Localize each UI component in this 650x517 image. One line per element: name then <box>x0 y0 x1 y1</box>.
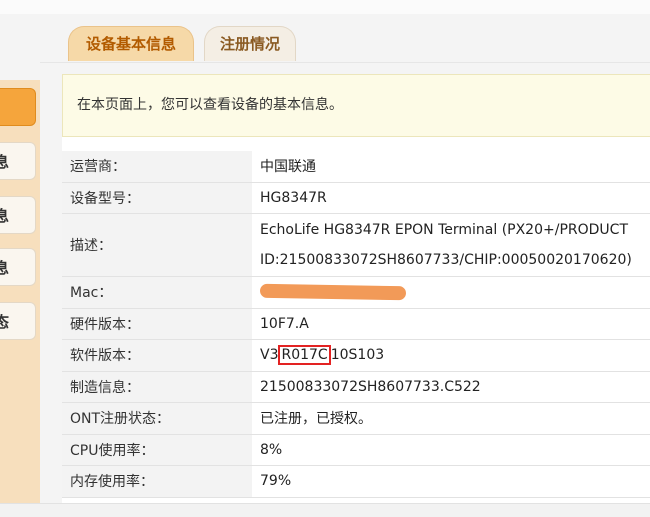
top-strip <box>0 0 650 14</box>
row-label: CPU使用率： <box>62 434 252 466</box>
row-label: 软件版本： <box>62 339 252 372</box>
device-info-table: 运营商： 中国联通 设备型号： HG8347R 描述： EchoLife HG8… <box>62 151 650 498</box>
row-value: 21500833072SH8607733.C522 <box>252 371 650 403</box>
software-version-suffix: 10S103 <box>330 347 385 364</box>
row-label: 内存使用率： <box>62 465 252 498</box>
sidebar-item-2[interactable]: 息 <box>0 196 36 234</box>
table-row: 硬件版本： 10F7.A <box>62 308 650 340</box>
software-version-prefix: V3 <box>260 347 279 364</box>
sidebar-item-3[interactable]: 息 <box>0 248 36 286</box>
sidebar: 息 息 息 态 <box>0 80 40 516</box>
table-row: ONT注册状态： 已注册，已授权。 <box>62 402 650 435</box>
row-value: HG8347R <box>252 182 650 214</box>
sidebar-item-label: 息 <box>0 153 10 171</box>
row-label: 运营商： <box>62 151 252 183</box>
row-label: 硬件版本： <box>62 308 252 340</box>
main-content: 在本页面上，您可以查看设备的基本信息。 运营商： 中国联通 设备型号： HG83… <box>62 74 650 516</box>
table-row: Mac： <box>62 276 650 309</box>
row-value: 10F7.A <box>252 308 650 340</box>
software-version-highlight: R017C <box>278 345 331 366</box>
bottom-border <box>0 503 650 517</box>
row-value: 79% <box>252 465 650 498</box>
table-row: 制造信息： 21500833072SH8607733.C522 <box>62 371 650 403</box>
row-value <box>252 276 650 309</box>
tab-bar: 设备基本信息 注册情况 <box>40 18 650 63</box>
table-row: 运营商： 中国联通 <box>62 151 650 183</box>
row-label: 描述： <box>62 213 252 277</box>
page-notice: 在本页面上，您可以查看设备的基本信息。 <box>62 74 650 137</box>
row-label: 制造信息： <box>62 371 252 403</box>
sidebar-item-label: 息 <box>0 207 10 225</box>
table-row: 软件版本： V3 R017C 10S103 <box>62 339 650 372</box>
row-value: V3 R017C 10S103 <box>252 339 650 372</box>
sidebar-item-1[interactable]: 息 <box>0 142 36 180</box>
table-row: 描述： EchoLife HG8347R EPON Terminal (PX20… <box>62 213 650 277</box>
row-value: EchoLife HG8347R EPON Terminal (PX20+/PR… <box>252 213 650 277</box>
row-label: Mac： <box>62 276 252 309</box>
description-line-1: EchoLife HG8347R EPON Terminal (PX20+/PR… <box>260 222 628 238</box>
row-label: ONT注册状态： <box>62 402 252 435</box>
row-label: 设备型号： <box>62 182 252 214</box>
row-value: 中国联通 <box>252 151 650 183</box>
table-row: CPU使用率： 8% <box>62 434 650 466</box>
sidebar-item-4[interactable]: 态 <box>0 302 36 340</box>
description-line-2: ID:21500833072SH8607733/CHIP:00050020170… <box>260 252 632 268</box>
sidebar-item-label: 态 <box>0 313 10 331</box>
row-value: 已注册，已授权。 <box>252 402 650 435</box>
table-row: 设备型号： HG8347R <box>62 182 650 214</box>
tab-device-basic-info[interactable]: 设备基本信息 <box>68 26 194 61</box>
row-value: 8% <box>252 434 650 466</box>
table-row: 内存使用率： 79% <box>62 465 650 498</box>
sidebar-item-active[interactable] <box>0 88 36 126</box>
sidebar-item-label: 息 <box>0 259 10 277</box>
tab-registration-status[interactable]: 注册情况 <box>204 26 296 61</box>
mac-redaction-mark <box>259 283 407 301</box>
